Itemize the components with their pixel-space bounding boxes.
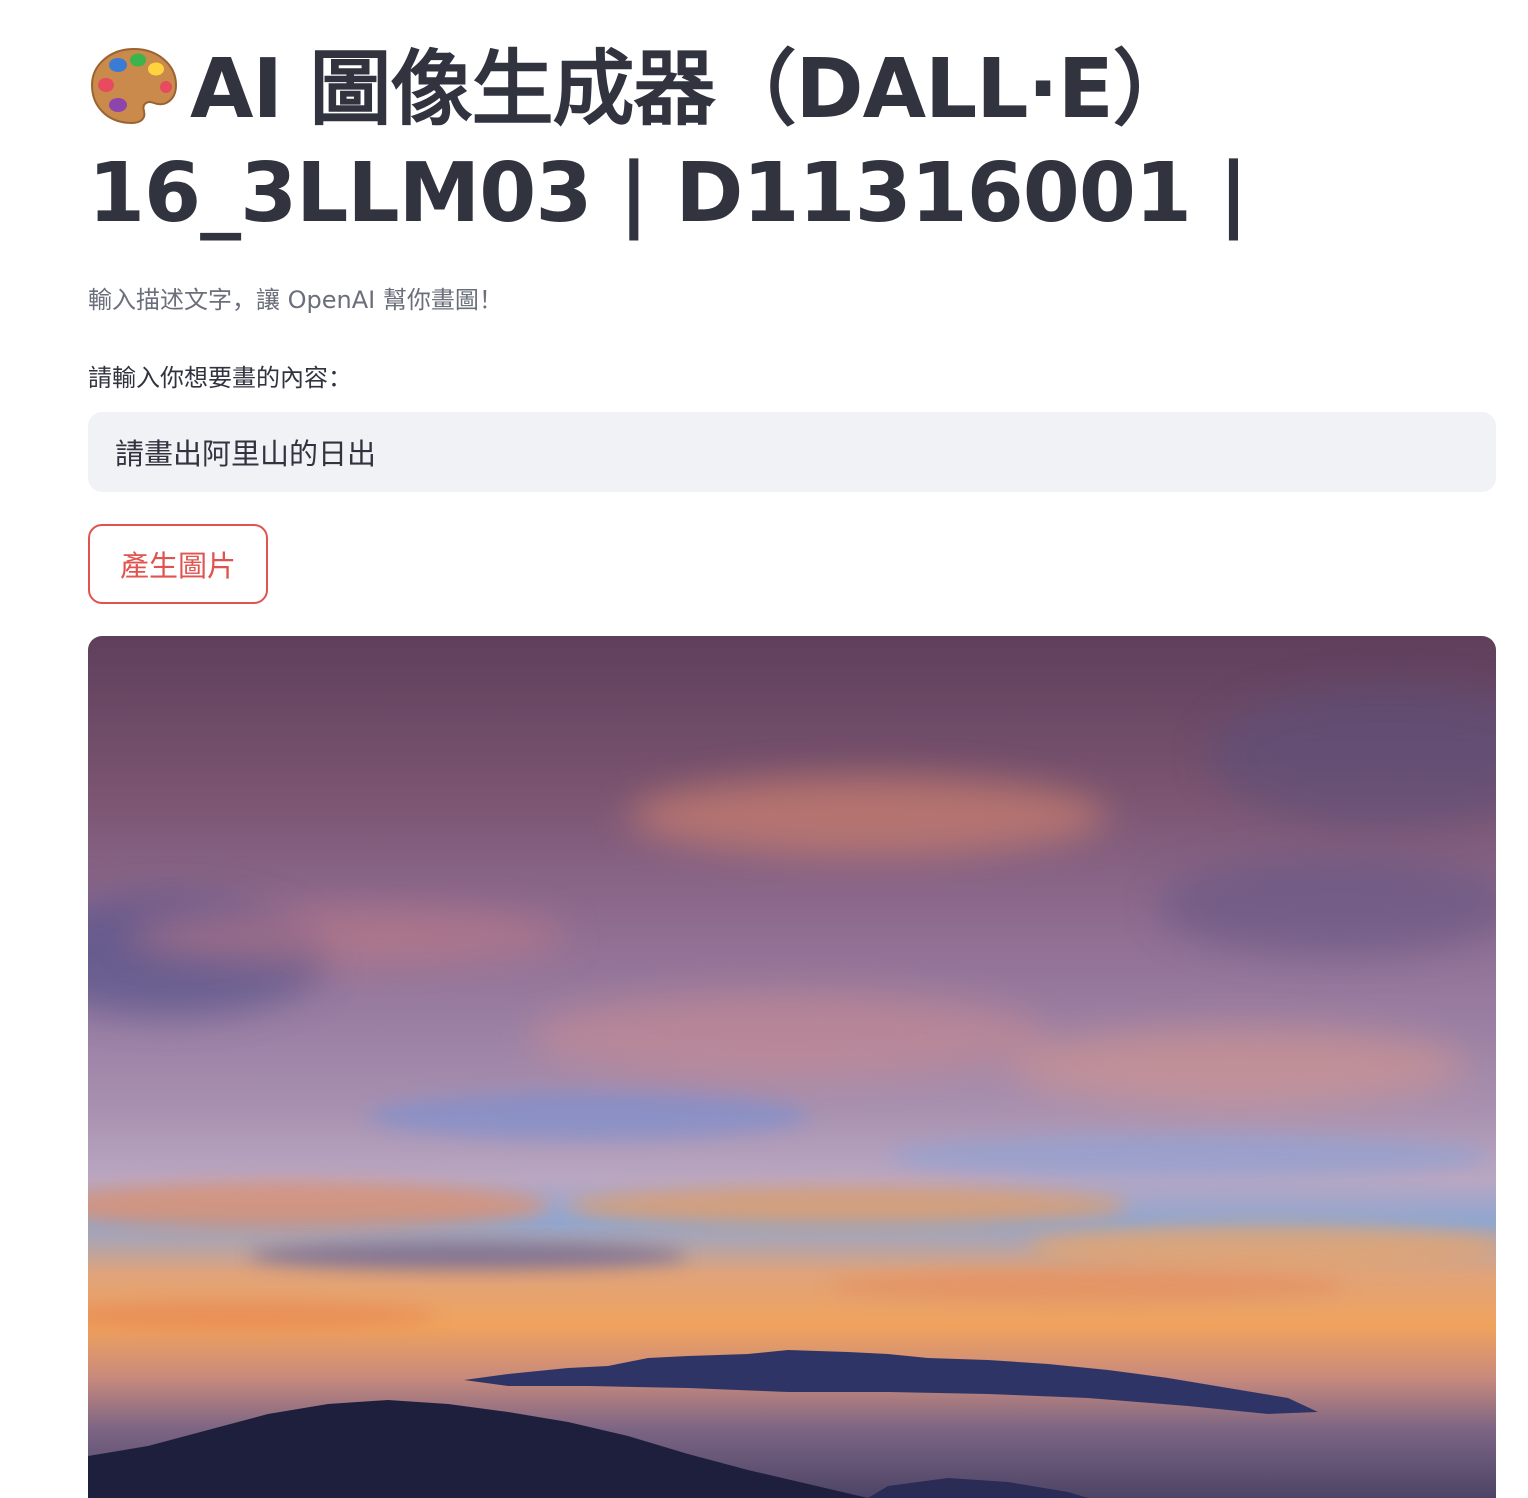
prompt-label: 請輸入你想要畫的內容： [88, 364, 352, 392]
generated-image [88, 636, 1496, 1498]
page-title: AI 圖像生成器（DALL·E）16_3LLM03 | D11316001 | [88, 38, 1496, 246]
page-subtitle: 輸入描述文字，讓 OpenAI 幫你畫圖！ [88, 286, 503, 314]
artist-palette-icon [88, 43, 180, 127]
page-title-text: AI 圖像生成器（DALL·E）16_3LLM03 | D11316001 | [88, 42, 1248, 241]
prompt-input[interactable] [88, 412, 1496, 492]
generate-image-button[interactable]: 產生圖片 [88, 524, 268, 604]
